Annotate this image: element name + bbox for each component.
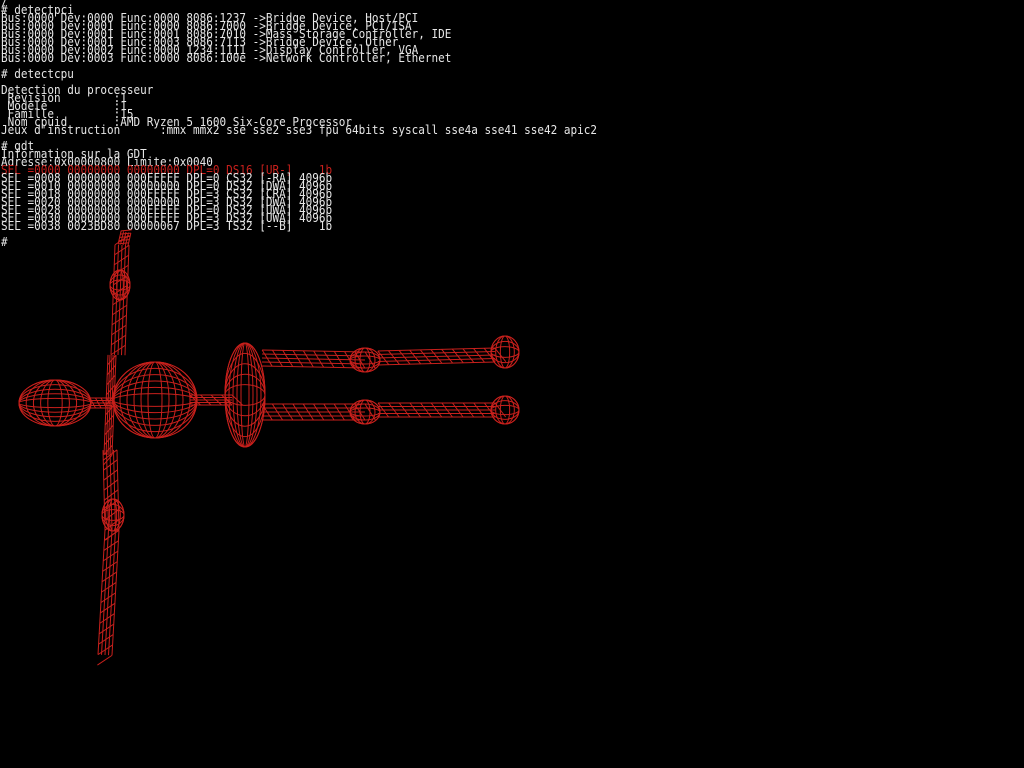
femur-bottom xyxy=(261,403,376,421)
vga-text-screen: / # detectpci Bus:0000 Dev:0000 Func:0000 … xyxy=(0,0,1024,768)
elbow-up xyxy=(109,269,131,301)
shoulder-bar xyxy=(103,354,117,466)
forearm-up xyxy=(117,229,132,247)
skeleton-wireframe xyxy=(18,229,520,666)
forearm-down xyxy=(97,529,120,666)
foot-bottom xyxy=(490,395,520,425)
tibia-top xyxy=(377,347,507,366)
foot-top xyxy=(490,335,520,369)
ribcage xyxy=(112,361,198,439)
skull xyxy=(18,379,92,427)
tibia-bottom xyxy=(377,402,507,418)
